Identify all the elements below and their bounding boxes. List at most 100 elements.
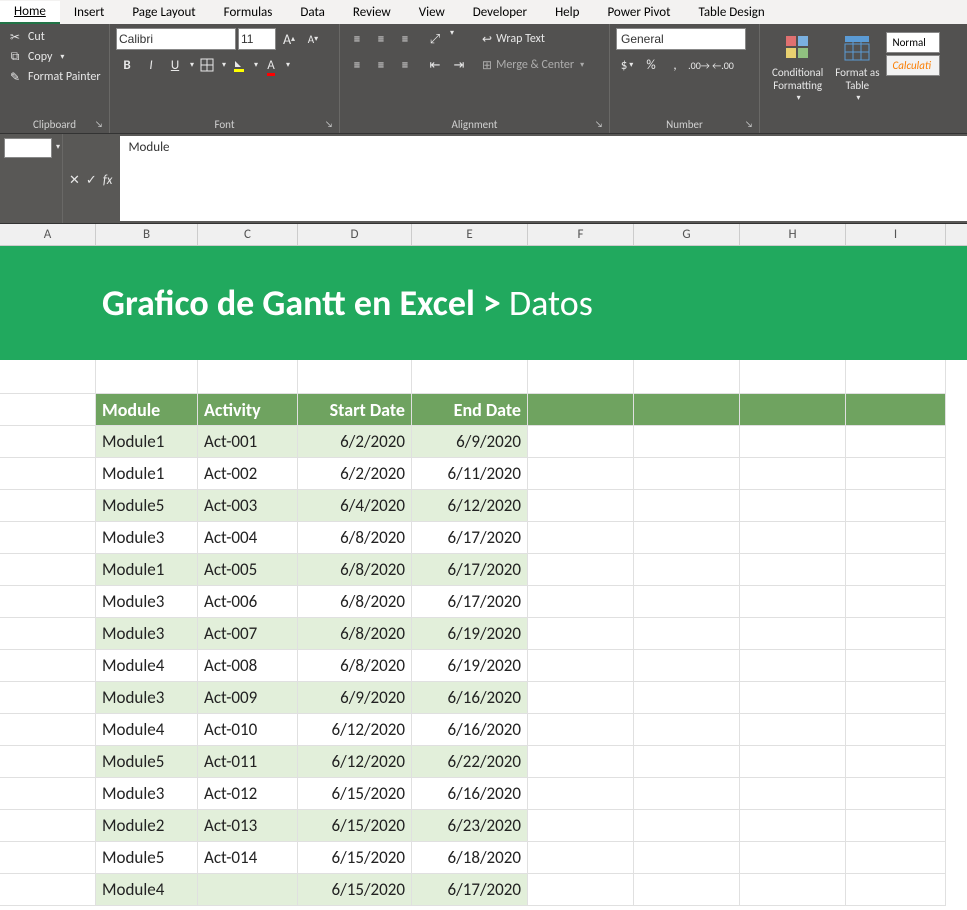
percent-button[interactable]: %	[640, 54, 662, 76]
column-header[interactable]: G	[634, 224, 740, 245]
table-cell[interactable]: Module5	[96, 842, 198, 874]
empty-cell[interactable]	[846, 618, 946, 650]
empty-cell[interactable]	[634, 650, 740, 682]
empty-cell[interactable]	[634, 490, 740, 522]
table-cell[interactable]: 6/9/2020	[412, 426, 528, 458]
orientation-button[interactable]: ⤢	[424, 28, 446, 50]
empty-cell[interactable]	[0, 746, 96, 778]
empty-cell[interactable]	[846, 810, 946, 842]
table-cell[interactable]: 6/8/2020	[298, 618, 412, 650]
number-format-select[interactable]	[616, 28, 746, 50]
table-cell[interactable]: Module5	[96, 746, 198, 778]
format-painter-button[interactable]: ✎ Format Painter	[6, 68, 103, 86]
table-cell[interactable]: Act-006	[198, 586, 298, 618]
menu-table-design[interactable]: Table Design	[685, 2, 779, 23]
table-cell[interactable]: Act-001	[198, 426, 298, 458]
menu-power-pivot[interactable]: Power Pivot	[593, 2, 684, 23]
table-cell[interactable]: Module1	[96, 458, 198, 490]
chevron-down-icon[interactable]: ▾	[56, 136, 60, 152]
table-cell[interactable]: 6/11/2020	[412, 458, 528, 490]
table-cell[interactable]: Act-007	[198, 618, 298, 650]
empty-cell[interactable]	[740, 874, 846, 906]
table-cell[interactable]: Module2	[96, 810, 198, 842]
align-top-button[interactable]: ≡	[346, 28, 368, 50]
empty-cell[interactable]	[740, 650, 846, 682]
empty-cell[interactable]	[740, 842, 846, 874]
table-cell[interactable]: 6/8/2020	[298, 650, 412, 682]
table-cell[interactable]: Act-011	[198, 746, 298, 778]
empty-cell[interactable]	[528, 650, 634, 682]
empty-cell[interactable]	[846, 682, 946, 714]
menu-insert[interactable]: Insert	[60, 2, 119, 23]
empty-cell[interactable]	[846, 714, 946, 746]
empty-cell[interactable]	[528, 810, 634, 842]
empty-cell[interactable]	[0, 522, 96, 554]
empty-cell[interactable]	[0, 842, 96, 874]
empty-cell[interactable]	[740, 810, 846, 842]
column-header[interactable]: H	[740, 224, 846, 245]
menu-formulas[interactable]: Formulas	[210, 2, 287, 23]
empty-cell[interactable]	[846, 458, 946, 490]
empty-cell[interactable]	[528, 586, 634, 618]
table-cell[interactable]: Act-013	[198, 810, 298, 842]
cut-button[interactable]: ✂ Cut	[6, 28, 103, 46]
font-color-button[interactable]: A	[260, 54, 282, 76]
table-cell[interactable]	[198, 874, 298, 906]
menu-view[interactable]: View	[405, 2, 459, 23]
table-cell[interactable]: Module1	[96, 426, 198, 458]
comma-button[interactable]: ,	[664, 54, 686, 76]
wrap-text-button[interactable]: ↩ Wrap Text	[478, 28, 588, 50]
table-cell[interactable]: Act-010	[198, 714, 298, 746]
table-cell[interactable]: 6/17/2020	[412, 586, 528, 618]
table-cell[interactable]: Module3	[96, 618, 198, 650]
table-cell[interactable]: Act-005	[198, 554, 298, 586]
empty-cell[interactable]	[528, 874, 634, 906]
empty-cell[interactable]	[634, 810, 740, 842]
empty-cell[interactable]	[634, 522, 740, 554]
column-header[interactable]: B	[96, 224, 198, 245]
empty-cell[interactable]	[740, 746, 846, 778]
table-cell[interactable]: Act-003	[198, 490, 298, 522]
table-cell[interactable]: Module4	[96, 650, 198, 682]
empty-cell[interactable]	[528, 682, 634, 714]
empty-cell[interactable]	[846, 554, 946, 586]
table-cell[interactable]: 6/19/2020	[412, 618, 528, 650]
table-cell[interactable]: 6/12/2020	[298, 714, 412, 746]
table-header[interactable]: Module	[96, 394, 198, 426]
empty-cell[interactable]	[634, 426, 740, 458]
table-cell[interactable]: 6/17/2020	[412, 554, 528, 586]
empty-cell[interactable]	[634, 458, 740, 490]
alignment-dialog-launcher[interactable]: ↘	[595, 119, 607, 131]
table-cell[interactable]: 6/16/2020	[412, 682, 528, 714]
empty-cell[interactable]	[740, 714, 846, 746]
table-cell[interactable]: 6/17/2020	[412, 874, 528, 906]
table-cell[interactable]: 6/15/2020	[298, 810, 412, 842]
empty-cell[interactable]	[740, 522, 846, 554]
increase-decimal-button[interactable]: .00→	[688, 54, 710, 76]
table-cell[interactable]: 6/16/2020	[412, 778, 528, 810]
empty-cell[interactable]	[846, 842, 946, 874]
column-header[interactable]: A	[0, 224, 96, 245]
chevron-down-icon[interactable]: ▾	[286, 60, 290, 70]
empty-cell[interactable]	[0, 618, 96, 650]
empty-cell[interactable]	[0, 426, 96, 458]
empty-cell[interactable]	[634, 842, 740, 874]
empty-cell[interactable]	[634, 874, 740, 906]
format-as-table-button[interactable]: Format as Table ▾	[829, 28, 885, 108]
number-dialog-launcher[interactable]: ↘	[745, 119, 757, 131]
empty-cell[interactable]	[528, 458, 634, 490]
align-right-button[interactable]: ≡	[394, 54, 416, 76]
empty-cell[interactable]	[846, 874, 946, 906]
empty-cell[interactable]	[528, 522, 634, 554]
empty-cell[interactable]	[740, 426, 846, 458]
table-cell[interactable]: 6/2/2020	[298, 426, 412, 458]
worksheet[interactable]: A B C D E F G H I Grafico de Gantt en Ex…	[0, 224, 967, 906]
table-cell[interactable]: 6/16/2020	[412, 714, 528, 746]
empty-cell[interactable]	[846, 522, 946, 554]
decrease-font-button[interactable]: A▾	[302, 28, 324, 50]
empty-cell[interactable]	[0, 458, 96, 490]
menu-review[interactable]: Review	[339, 2, 405, 23]
copy-button[interactable]: ⧉ Copy ▾	[6, 48, 103, 66]
table-cell[interactable]: Module3	[96, 586, 198, 618]
empty-cell[interactable]	[528, 554, 634, 586]
